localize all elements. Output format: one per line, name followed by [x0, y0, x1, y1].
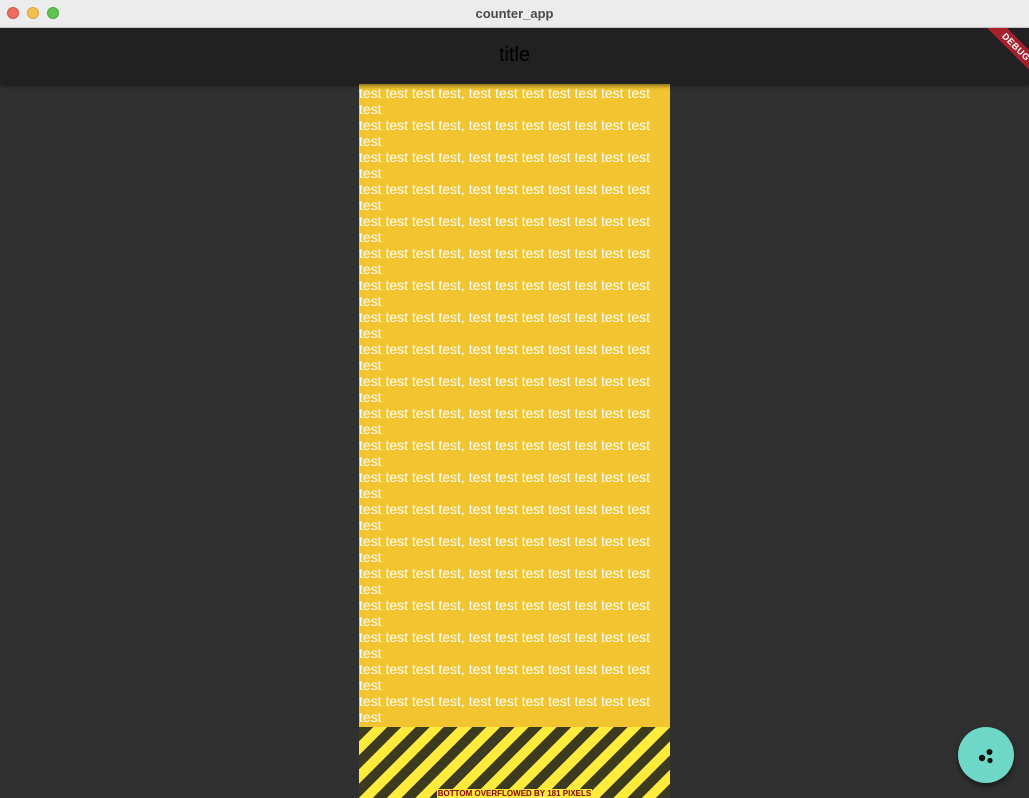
- overflow-message-text: BOTTOM OVERFLOWED BY 181 PIXELS: [436, 789, 593, 798]
- text-line: test test test test, test test test test…: [359, 149, 651, 181]
- floating-action-button[interactable]: [958, 727, 1014, 783]
- debug-banner: DEBUG: [973, 28, 1029, 84]
- text-line: test test test test, test test test test…: [359, 661, 651, 693]
- text-line: test test test test, test test test test…: [359, 341, 651, 373]
- window-titlebar: counter_app: [0, 0, 1029, 28]
- text-line: test test test test, test test test test…: [359, 405, 651, 437]
- text-line: test test test test, test test test test…: [359, 533, 651, 565]
- text-line: test test test test, test test test test…: [359, 565, 651, 597]
- overflow-indicator: [359, 727, 670, 798]
- text-line: test test test test, test test test test…: [359, 309, 651, 341]
- app-window: counter_app title DEBUG test test test t…: [0, 0, 1029, 798]
- text-line: test test test test, test test test test…: [359, 181, 651, 213]
- text-line: test test test test, test test test test…: [359, 437, 651, 469]
- body-area: test test test test, test test test test…: [0, 84, 1029, 798]
- text-line: test test test test, test test test test…: [359, 277, 651, 309]
- app-bar: title: [0, 28, 1029, 84]
- overflow-message: BOTTOM OVERFLOWED BY 181 PIXELS: [359, 789, 670, 798]
- window-title: counter_app: [475, 6, 554, 21]
- text-line: test test test test, test test test test…: [359, 85, 651, 117]
- text-line: test test test test, test test test test…: [359, 373, 651, 405]
- text-line: test test test test, test test test test…: [359, 245, 651, 277]
- text-line: test test test test, test test test test…: [359, 501, 651, 533]
- text-line: test test test test, test test test test…: [359, 469, 651, 501]
- debug-label: DEBUG: [979, 28, 1029, 84]
- scatter-dots-icon: [978, 749, 993, 764]
- text-line: test test test test, test test test test…: [359, 117, 651, 149]
- text-line: test test test test, test test test test…: [359, 597, 651, 629]
- page-title: title: [498, 44, 531, 66]
- text-column: test test test test, test test test test…: [359, 84, 670, 727]
- text-line: test test test test, test test test test…: [359, 629, 651, 661]
- text-line: test test test test, test test test test…: [359, 693, 651, 725]
- text-line: test test test test, test test test test…: [359, 213, 651, 245]
